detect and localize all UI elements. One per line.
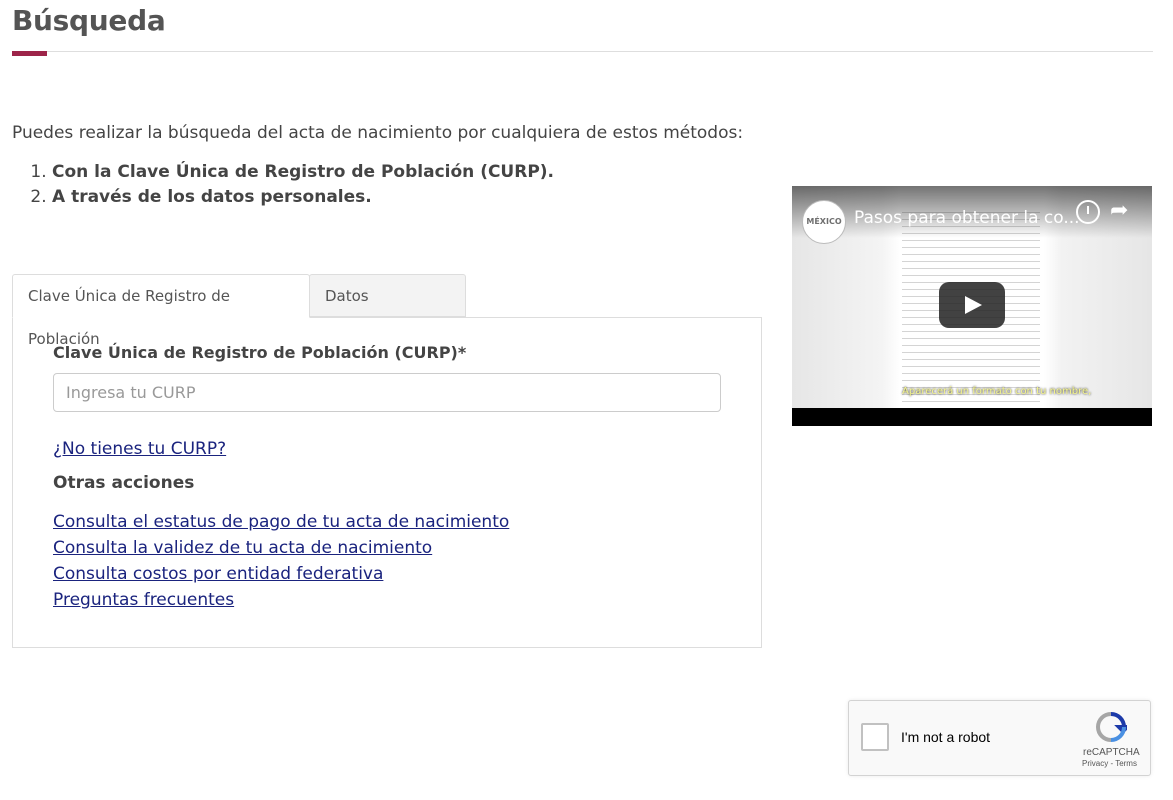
curp-input[interactable] xyxy=(53,373,721,412)
curp-field-label: Clave Única de Registro de Población (CU… xyxy=(53,343,467,362)
video-title[interactable]: Pasos para obtener la co... xyxy=(854,208,1080,228)
clock-icon[interactable] xyxy=(1076,200,1100,224)
costs-link[interactable]: Consulta costos por entidad federativa xyxy=(53,564,383,584)
other-actions-list: Consulta el estatus de pago de tu acta d… xyxy=(53,509,509,613)
intro-text: Puedes realizar la búsqueda del acta de … xyxy=(12,123,744,143)
curp-search-panel: Clave Única de Registro de Población (CU… xyxy=(12,317,762,648)
other-actions-title: Otras acciones xyxy=(53,473,195,493)
recaptcha-checkbox[interactable] xyxy=(861,723,889,751)
method-item-curp: Con la Clave Única de Registro de Poblac… xyxy=(52,160,554,185)
action-link-costs: Consulta costos por entidad federativa xyxy=(53,561,509,587)
tab-personal-data[interactable]: Datos Personales xyxy=(309,274,466,348)
method-item-personal-data: A través de los datos personales. xyxy=(52,185,554,210)
share-icon[interactable]: ➦ xyxy=(1110,198,1128,223)
payment-status-link[interactable]: Consulta el estatus de pago de tu acta d… xyxy=(53,512,509,532)
channel-logo[interactable]: MÉXICO xyxy=(802,200,846,244)
recaptcha-widget: I'm not a robot reCAPTCHA Privacy - Term… xyxy=(848,700,1151,776)
video-player[interactable]: MÉXICO Pasos para obtener la co... ➦ Apa… xyxy=(792,186,1152,426)
play-icon[interactable] xyxy=(939,282,1005,328)
validity-link[interactable]: Consulta la validez de tu acta de nacimi… xyxy=(53,538,432,558)
title-accent-bar xyxy=(12,51,47,56)
action-link-faq: Preguntas frecuentes xyxy=(53,587,509,613)
action-link-payment-status: Consulta el estatus de pago de tu acta d… xyxy=(53,509,509,535)
page-title: Búsqueda xyxy=(12,4,166,37)
faq-link[interactable]: Preguntas frecuentes xyxy=(53,590,234,610)
video-caption: Aparecerá un formato con tu nombre, xyxy=(902,386,1092,397)
recaptcha-privacy-terms[interactable]: Privacy - Terms xyxy=(1082,759,1137,768)
tab-curp[interactable]: Clave Única de Registro de Población xyxy=(12,274,310,348)
search-tabs: Clave Única de Registro de Población Dat… xyxy=(12,274,762,348)
action-link-validity: Consulta la validez de tu acta de nacimi… xyxy=(53,535,509,561)
methods-list: Con la Clave Única de Registro de Poblac… xyxy=(12,160,554,210)
no-curp-link[interactable]: ¿No tienes tu CURP? xyxy=(53,439,226,459)
recaptcha-brand: reCAPTCHA xyxy=(1083,747,1140,758)
title-divider xyxy=(12,51,1153,52)
recaptcha-label: I'm not a robot xyxy=(901,729,991,745)
recaptcha-logo-icon xyxy=(1095,712,1127,742)
